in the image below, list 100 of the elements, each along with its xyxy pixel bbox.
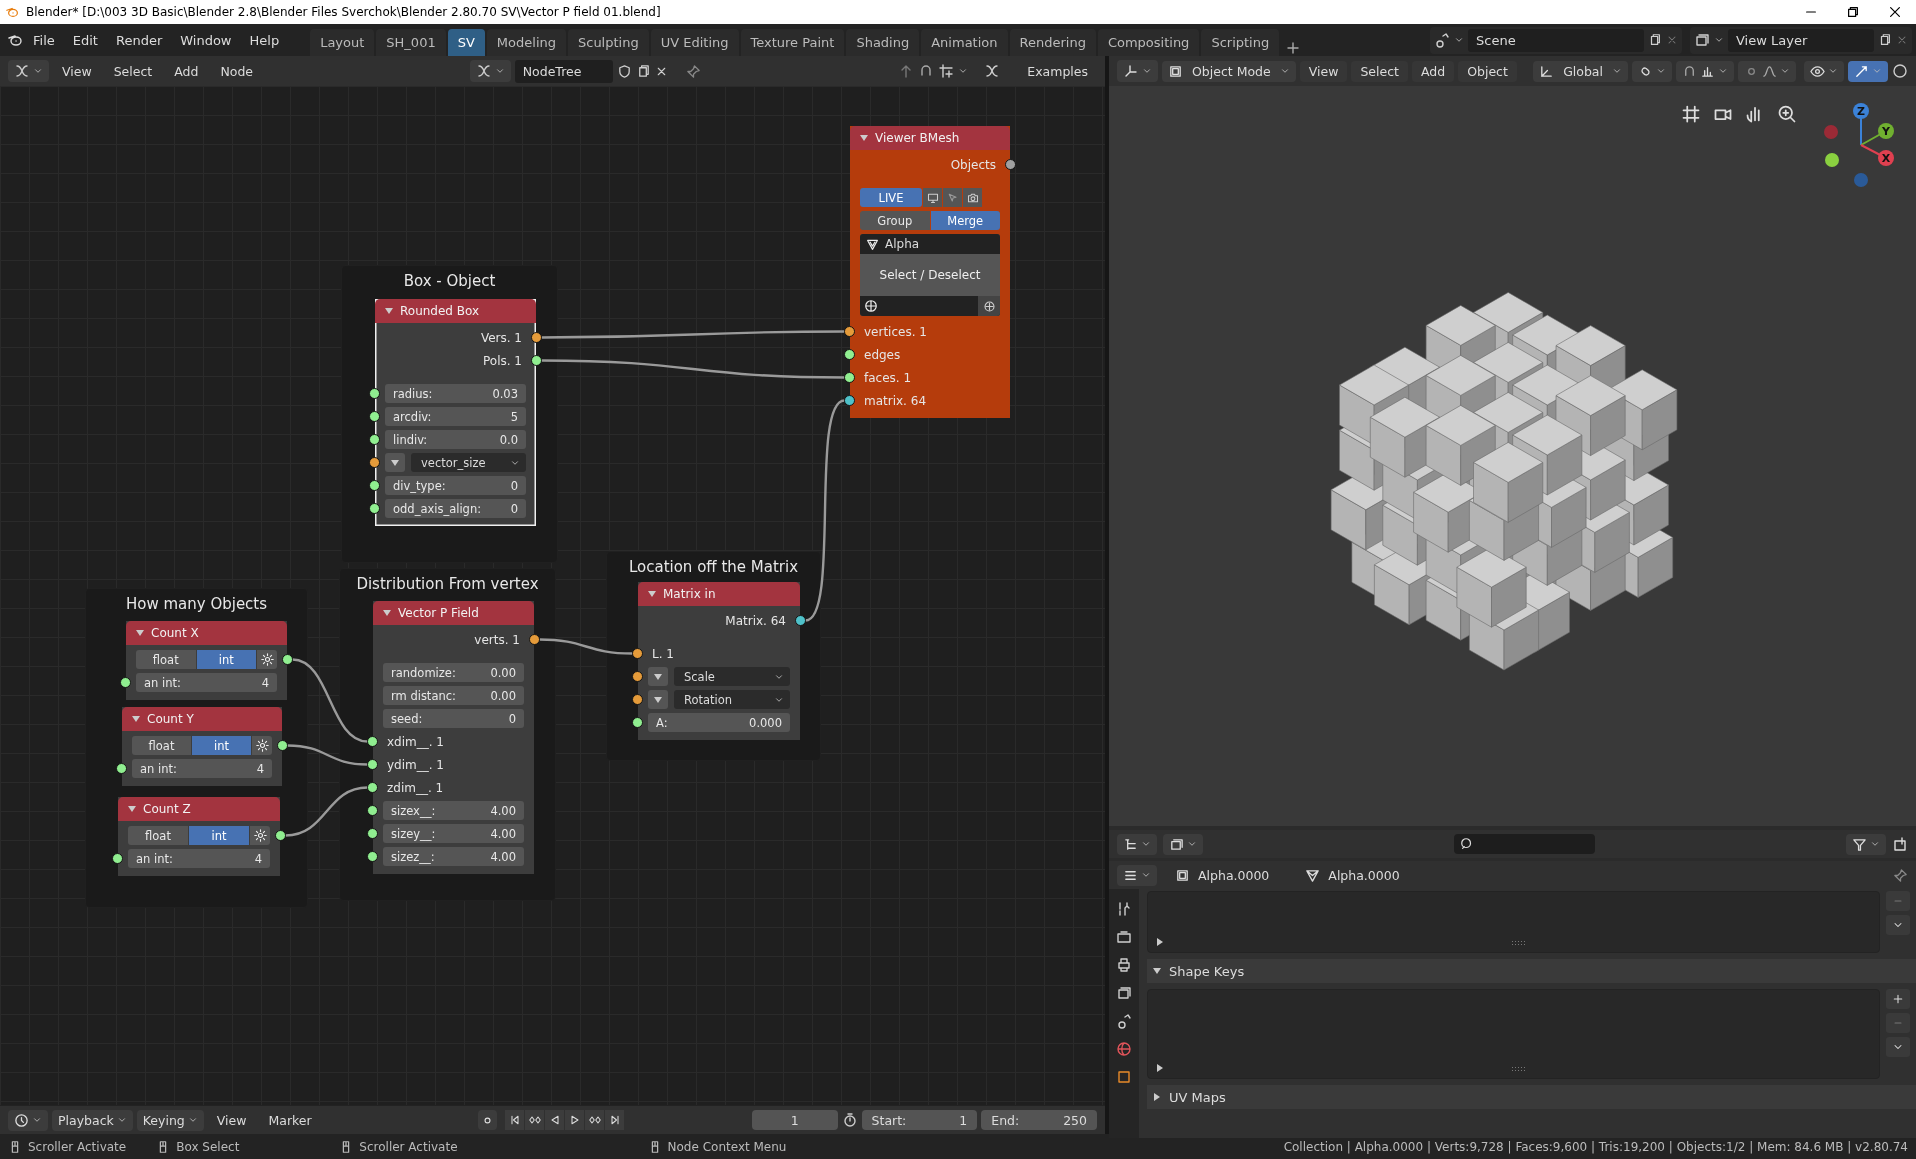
- number-field[interactable]: seed: 0: [383, 709, 524, 728]
- node-tree-field[interactable]: NodeTree: [514, 59, 613, 83]
- workspace-tab[interactable]: Shading: [846, 29, 920, 56]
- current-frame-field[interactable]: 1: [751, 1110, 838, 1130]
- socket[interactable]: [367, 736, 378, 747]
- menu-item[interactable]: Node: [211, 60, 263, 82]
- layers-icon[interactable]: [1694, 32, 1710, 48]
- add-button[interactable]: [1886, 989, 1910, 1009]
- menu-item[interactable]: Window: [171, 28, 241, 52]
- number-field[interactable]: sizex__: 4.00: [383, 801, 524, 820]
- toggle-option[interactable]: int: [196, 650, 256, 669]
- node-header[interactable]: Count Y: [122, 707, 282, 731]
- socket[interactable]: [112, 853, 123, 864]
- number-field[interactable]: randomize: 0.00: [383, 663, 524, 682]
- toggle-option[interactable]: Merge: [930, 211, 1000, 230]
- menu-item[interactable]: Marker: [259, 1109, 321, 1131]
- node[interactable]: Count Y float int an int: 4: [116, 707, 288, 786]
- socket[interactable]: [844, 326, 855, 337]
- jump-end-button[interactable]: [605, 1110, 625, 1130]
- view-layer-icon[interactable]: [1116, 985, 1132, 1001]
- editor-type-button[interactable]: [1117, 60, 1158, 82]
- node[interactable]: Rounded Box Vers. 1 Pols. 1 radius: 0.03 arcdiv: 5 lindiv: 0.0 vector_size div_type: 0 odd_axis_align: 0: [369, 299, 542, 526]
- node-header[interactable]: Count X: [126, 621, 287, 645]
- grid-icon[interactable]: [1681, 104, 1701, 124]
- menu-item[interactable]: Add: [1412, 60, 1455, 82]
- expand-button[interactable]: [648, 690, 668, 709]
- editor-type-button[interactable]: [8, 60, 49, 82]
- socket[interactable]: [367, 851, 378, 862]
- socket[interactable]: [529, 634, 540, 645]
- axis-handle[interactable]: Y: [1860, 123, 1894, 146]
- socket[interactable]: [531, 332, 542, 343]
- number-field[interactable]: A: 0.000: [648, 713, 790, 732]
- socket[interactable]: [632, 671, 643, 682]
- menu-item[interactable]: File: [24, 28, 64, 52]
- workspace-tab[interactable]: SV: [447, 29, 485, 56]
- number-field[interactable]: odd_axis_align: 0: [385, 499, 526, 518]
- menu-item[interactable]: Select: [104, 60, 162, 82]
- node-tree-type-button[interactable]: [469, 60, 511, 82]
- menu-item[interactable]: Object: [1458, 60, 1517, 82]
- socket[interactable]: [369, 411, 380, 422]
- examples-menu[interactable]: Examples: [1018, 60, 1097, 82]
- grid-snap-icon[interactable]: [938, 63, 955, 79]
- socket[interactable]: [275, 830, 286, 841]
- zoom-icon[interactable]: [1777, 104, 1797, 124]
- restore-icon[interactable]: [1846, 5, 1860, 19]
- mode-dropdown[interactable]: Object Mode: [1162, 60, 1296, 82]
- axis-handle[interactable]: [1824, 125, 1838, 139]
- menu-item[interactable]: Help: [240, 28, 289, 52]
- gizmo-dropdown[interactable]: [1848, 60, 1888, 82]
- toggle-option[interactable]: int: [189, 826, 249, 845]
- socket[interactable]: [116, 763, 127, 774]
- expand-button[interactable]: [648, 667, 668, 686]
- panel-header[interactable]: Shape Keys: [1147, 959, 1916, 983]
- node-header[interactable]: Vector P Field: [373, 601, 534, 625]
- workspace-tab[interactable]: Compositing: [1097, 29, 1200, 56]
- node-header[interactable]: Matrix in: [638, 582, 800, 606]
- 3d-viewport[interactable]: Z Y X: [1109, 86, 1916, 826]
- socket[interactable]: [369, 388, 380, 399]
- prev-keyframe-button[interactable]: [525, 1110, 545, 1130]
- jump-start-button[interactable]: [505, 1110, 525, 1130]
- socket[interactable]: [844, 349, 855, 360]
- socket[interactable]: [282, 654, 293, 665]
- number-field[interactable]: sizez__: 4.00: [383, 847, 524, 866]
- menu-item[interactable]: View: [1299, 60, 1348, 82]
- dropdown[interactable]: Rotation: [674, 690, 790, 709]
- toggle-option[interactable]: Group: [860, 211, 930, 230]
- socket[interactable]: [844, 395, 855, 406]
- number-field[interactable]: rm distanc: 0.00: [383, 686, 524, 705]
- orientation-dropdown[interactable]: Global: [1533, 60, 1628, 82]
- socket[interactable]: [531, 355, 542, 366]
- socket[interactable]: [632, 648, 643, 659]
- view-layer-field[interactable]: View Layer: [1728, 28, 1874, 52]
- workspace-tab[interactable]: SH_001: [376, 29, 446, 56]
- socket[interactable]: [795, 615, 806, 626]
- toggle-option[interactable]: float: [132, 736, 191, 755]
- menu-item[interactable]: Select: [1351, 60, 1408, 82]
- add-icon[interactable]: [1285, 40, 1302, 56]
- workspace-tab[interactable]: Layout: [310, 29, 375, 56]
- select-deselect-button[interactable]: Select / Deselect: [860, 254, 1000, 296]
- start-frame-field[interactable]: Start: 1: [861, 1110, 978, 1130]
- view-layer-button[interactable]: [1163, 833, 1203, 855]
- menu-item[interactable]: Playback: [52, 1109, 133, 1131]
- axis-handle[interactable]: [1854, 173, 1868, 187]
- workspace-tab[interactable]: Animation: [921, 29, 1008, 56]
- workspace-tab[interactable]: Rendering: [1009, 29, 1096, 56]
- pin-icon[interactable]: [1893, 867, 1908, 883]
- socket[interactable]: [369, 503, 380, 514]
- snap-dropdown[interactable]: [1676, 60, 1734, 82]
- axis-handle[interactable]: [1825, 153, 1839, 167]
- menu-item[interactable]: Keying: [136, 1109, 204, 1131]
- node[interactable]: Vector P Field verts. 1 randomize: 0.00 rm distanc: 0.00 seed: 0 xdim__. 1 ydim__. 1 zdim__. 1 sizex__: 4.00 sizey__: 4.00 sizez__: 4.00: [367, 601, 540, 874]
- number-field[interactable]: div_type: 0: [385, 476, 526, 495]
- live-toggle[interactable]: LIVE: [860, 188, 922, 207]
- socket[interactable]: [369, 480, 380, 491]
- menu-item[interactable]: Edit: [63, 28, 107, 52]
- workspace-tab[interactable]: Scripting: [1201, 29, 1280, 56]
- socket[interactable]: [844, 372, 855, 383]
- node-header[interactable]: Count Z: [118, 797, 280, 821]
- display-mode-button[interactable]: [1117, 833, 1157, 855]
- settings-button[interactable]: [250, 826, 270, 845]
